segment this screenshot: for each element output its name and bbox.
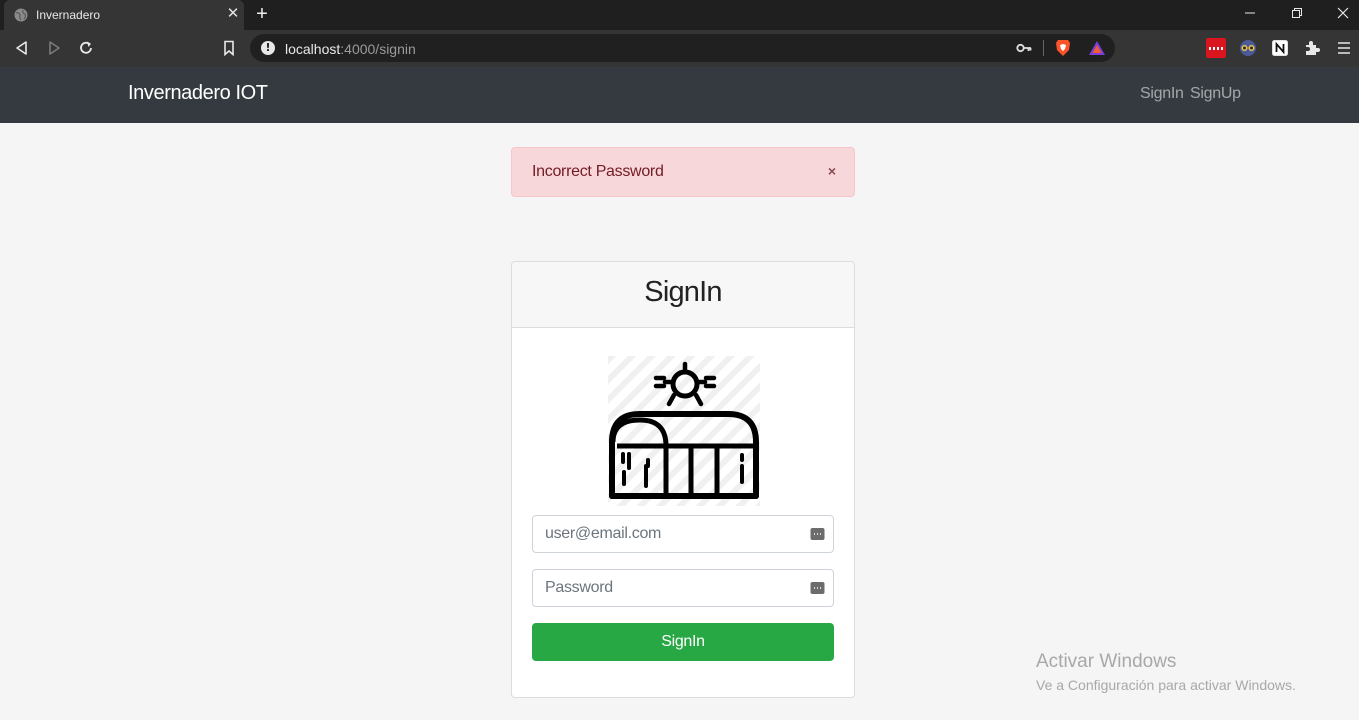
minimize-icon[interactable] bbox=[1240, 4, 1260, 24]
email-field[interactable] bbox=[532, 515, 834, 553]
email-input[interactable] bbox=[545, 524, 805, 544]
divider bbox=[1043, 40, 1044, 56]
forward-icon[interactable] bbox=[45, 39, 63, 57]
alert-close-icon[interactable]: × bbox=[828, 163, 836, 179]
card-title: SignIn bbox=[644, 276, 722, 308]
close-window-icon[interactable] bbox=[1333, 4, 1353, 24]
tab-title: Invernadero bbox=[36, 8, 101, 22]
site-navbar: Invernadero IOT SignIn SignUp bbox=[0, 67, 1359, 123]
watermark-title: Activar Windows bbox=[1036, 651, 1177, 672]
nav-link-signup[interactable]: SignUp bbox=[1190, 85, 1241, 103]
address-bar[interactable]: ! localhost:4000/signin bbox=[250, 34, 1115, 62]
sticker-extension-icon[interactable] bbox=[1238, 38, 1258, 58]
password-input[interactable] bbox=[545, 578, 805, 598]
signin-card: SignIn SignIn bbox=[511, 261, 855, 698]
windows-activation-watermark: Activar Windows Ve a Configuración para … bbox=[1036, 651, 1296, 693]
nav-link-signin[interactable]: SignIn bbox=[1140, 85, 1184, 103]
brave-shield-icon[interactable] bbox=[1055, 39, 1071, 57]
lastpass-extension-icon[interactable] bbox=[1206, 38, 1226, 58]
browser-tab-strip: Invernadero ✕ + bbox=[0, 0, 1359, 30]
greenhouse-logo-icon bbox=[608, 356, 760, 506]
menu-icon[interactable] bbox=[1334, 38, 1354, 58]
brave-rewards-icon[interactable] bbox=[1088, 40, 1106, 56]
new-tab-icon[interactable]: + bbox=[252, 4, 272, 24]
browser-tab[interactable]: Invernadero ✕ bbox=[4, 0, 244, 30]
reload-icon[interactable] bbox=[77, 39, 95, 57]
extensions-puzzle-icon[interactable] bbox=[1302, 38, 1322, 58]
bookmark-icon[interactable] bbox=[220, 39, 238, 57]
browser-toolbar: ! localhost:4000/signin bbox=[0, 30, 1359, 67]
error-alert: Incorrect Password × bbox=[511, 147, 855, 197]
globe-icon bbox=[14, 8, 28, 22]
url-text: localhost:4000/signin bbox=[285, 41, 416, 57]
autofill-key-icon[interactable] bbox=[810, 527, 825, 541]
key-icon[interactable] bbox=[1016, 41, 1032, 55]
card-header: SignIn bbox=[512, 262, 854, 328]
alert-message: Incorrect Password bbox=[532, 163, 664, 180]
watermark-subtitle: Ve a Configuración para activar Windows. bbox=[1036, 677, 1296, 693]
back-icon[interactable] bbox=[13, 39, 31, 57]
brand-link[interactable]: Invernadero IOT bbox=[128, 82, 268, 105]
restore-icon[interactable] bbox=[1287, 4, 1307, 24]
close-tab-icon[interactable]: ✕ bbox=[225, 6, 241, 22]
autofill-key-icon[interactable] bbox=[810, 581, 825, 595]
signin-button[interactable]: SignIn bbox=[532, 623, 834, 661]
site-info-icon[interactable]: ! bbox=[261, 41, 275, 55]
notion-icon[interactable] bbox=[1270, 38, 1290, 58]
password-field[interactable] bbox=[532, 569, 834, 607]
